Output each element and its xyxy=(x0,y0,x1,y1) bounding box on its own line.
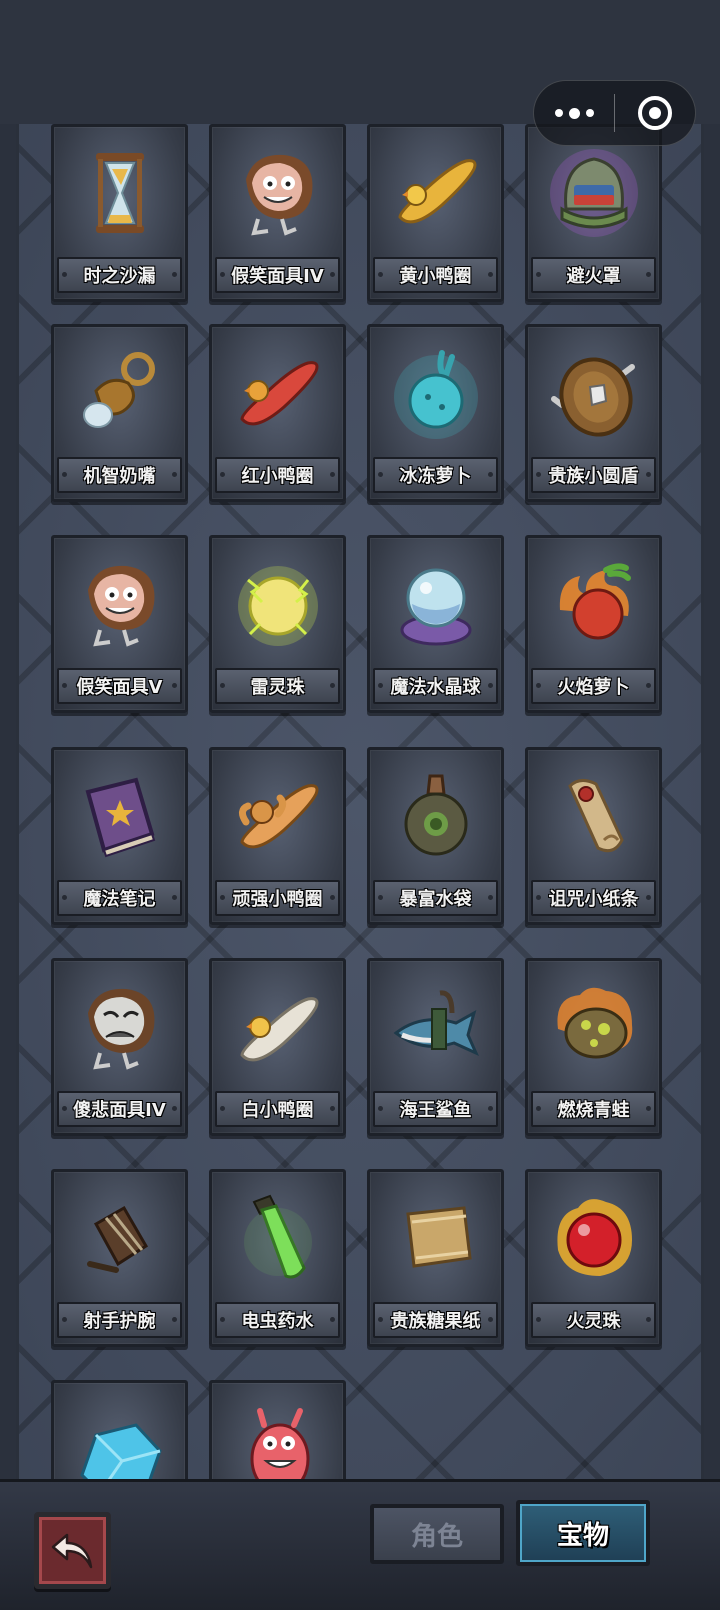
treasure-card[interactable]: 雷灵珠 xyxy=(209,535,346,713)
strong-duck-ring-icon xyxy=(238,783,318,848)
candy-paper-icon xyxy=(405,1205,472,1268)
smile-mask-icon xyxy=(245,154,312,236)
treasure-name: 白小鸭圈 xyxy=(215,1091,340,1127)
treasure-card[interactable]: 黄小鸭圈 xyxy=(367,124,504,302)
tab-treasure[interactable]: 宝物 xyxy=(516,1500,650,1566)
crystal-ball-icon xyxy=(400,568,471,645)
more-dots-icon[interactable] xyxy=(534,81,614,145)
treasure-name: 火焰萝卜 xyxy=(531,668,656,704)
treasure-name: 时之沙漏 xyxy=(57,257,182,293)
treasure-card[interactable]: 时之沙漏 xyxy=(51,124,188,302)
sad-mask-icon xyxy=(87,988,154,1070)
treasure-name: 冰冻萝卜 xyxy=(373,457,498,493)
potion-icon xyxy=(243,1194,312,1278)
treasure-card[interactable]: 假笑面具IV xyxy=(209,124,346,302)
round-shield-icon xyxy=(550,356,635,437)
treasure-card[interactable]: 魔法水晶球 xyxy=(367,535,504,713)
fire-helmet-icon xyxy=(549,148,638,237)
treasure-name: 黄小鸭圈 xyxy=(373,257,498,293)
yellow-duck-ring-icon xyxy=(397,158,476,223)
treasure-name: 诅咒小纸条 xyxy=(531,880,656,916)
burning-frog-icon xyxy=(556,987,632,1058)
treasure-name: 魔法笔记 xyxy=(57,880,182,916)
treasure-card[interactable]: 电虫药水 xyxy=(209,1169,346,1347)
hourglass-icon xyxy=(95,152,144,233)
target-close-icon[interactable] xyxy=(615,81,695,145)
treasure-card[interactable]: 魔法笔记 xyxy=(51,747,188,925)
treasure-name: 傻悲面具IV xyxy=(57,1091,182,1127)
treasure-card[interactable]: 燃烧青蛙 xyxy=(525,958,662,1136)
treasure-card[interactable]: 假笑面具V xyxy=(51,535,188,713)
magic-book-icon xyxy=(85,777,155,857)
red-duck-ring-icon xyxy=(239,360,318,425)
thunder-orb-icon xyxy=(237,565,318,646)
treasure-card[interactable]: 诅咒小纸条 xyxy=(525,747,662,925)
treasure-card[interactable]: 机智奶嘴 xyxy=(51,324,188,502)
treasure-name: 假笑面具IV xyxy=(215,257,340,293)
back-arrow-icon xyxy=(51,1533,92,1568)
treasure-grid-panel[interactable]: 时之沙漏 假笑面具IV 黄小鸭圈 避火罩机智奶嘴 红小鸭圈 冰冻萝卜 贵族小圆盾假笑面具V 雷… xyxy=(16,124,704,1479)
mini-program-capsule xyxy=(533,80,696,146)
fire-radish-icon xyxy=(559,562,631,639)
treasure-card[interactable]: 顽强小鸭圈 xyxy=(209,747,346,925)
treasure-card[interactable]: 避火罩 xyxy=(525,124,662,302)
treasure-name: 魔法水晶球 xyxy=(373,668,498,704)
tab-role[interactable]: 角色 xyxy=(370,1504,504,1564)
treasure-name: 贵族糖果纸 xyxy=(373,1302,498,1338)
treasure-name: 避火罩 xyxy=(531,257,656,293)
bottom-bar: 角色 宝物 xyxy=(0,1479,720,1610)
treasure-name: 暴富水袋 xyxy=(373,880,498,916)
treasure-card[interactable] xyxy=(209,1380,346,1479)
bracer-icon xyxy=(86,1205,148,1273)
treasure-name: 火灵珠 xyxy=(531,1302,656,1338)
treasure-card[interactable]: 火灵珠 xyxy=(525,1169,662,1347)
treasure-name: 机智奶嘴 xyxy=(57,457,182,493)
water-bag-icon xyxy=(404,774,467,855)
treasure-card[interactable]: 射手护腕 xyxy=(51,1169,188,1347)
treasure-name: 射手护腕 xyxy=(57,1302,182,1338)
back-button[interactable] xyxy=(34,1512,111,1589)
pink-monster-icon xyxy=(250,1407,309,1479)
pacifier-icon xyxy=(82,351,155,428)
treasure-name: 贵族小圆盾 xyxy=(531,457,656,493)
fire-orb-icon xyxy=(556,1198,632,1276)
treasure-card[interactable]: 红小鸭圈 xyxy=(209,324,346,502)
scroll-icon xyxy=(567,778,624,852)
shark-icon xyxy=(393,989,479,1056)
treasure-card[interactable]: 贵族糖果纸 xyxy=(367,1169,504,1347)
ice-crystal-icon xyxy=(79,1422,162,1479)
treasure-name: 电虫药水 xyxy=(215,1302,340,1338)
smile-mask-icon xyxy=(87,565,154,647)
treasure-name: 燃烧青蛙 xyxy=(531,1091,656,1127)
treasure-name: 顽强小鸭圈 xyxy=(215,880,340,916)
treasure-name: 假笑面具V xyxy=(57,668,182,704)
treasure-card[interactable] xyxy=(51,1380,188,1479)
frozen-radish-icon xyxy=(393,349,478,439)
treasure-card[interactable]: 暴富水袋 xyxy=(367,747,504,925)
treasure-card[interactable]: 海王鲨鱼 xyxy=(367,958,504,1136)
white-duck-ring-icon xyxy=(239,996,318,1061)
treasure-card[interactable]: 冰冻萝卜 xyxy=(367,324,504,502)
treasure-name: 海王鲨鱼 xyxy=(373,1091,498,1127)
treasure-card[interactable]: 火焰萝卜 xyxy=(525,535,662,713)
treasure-card[interactable]: 傻悲面具IV xyxy=(51,958,188,1136)
treasure-card[interactable]: 贵族小圆盾 xyxy=(525,324,662,502)
treasure-name: 红小鸭圈 xyxy=(215,457,340,493)
treasure-card[interactable]: 白小鸭圈 xyxy=(209,958,346,1136)
treasure-name: 雷灵珠 xyxy=(215,668,340,704)
